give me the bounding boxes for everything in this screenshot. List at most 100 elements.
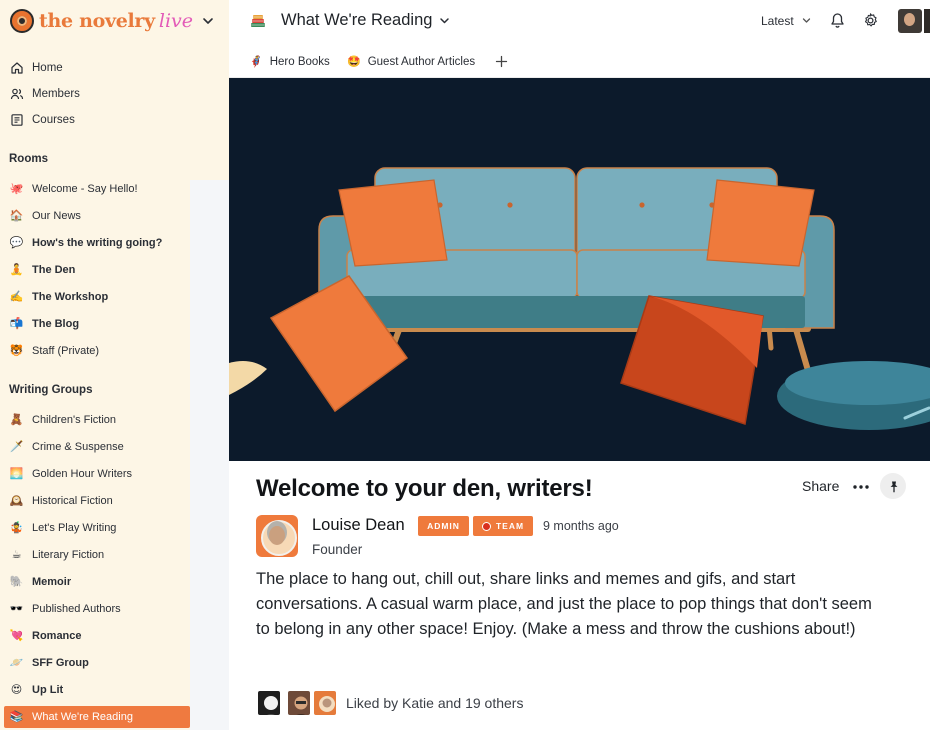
speech-bubble-icon: 💬 <box>9 236 24 249</box>
group-historical-fiction[interactable]: 🕰️ Historical Fiction <box>0 490 190 512</box>
post-cover-image <box>229 78 930 461</box>
house-icon: 🏠 <box>9 209 24 222</box>
room-label: Children's Fiction <box>32 414 117 426</box>
nav-item-courses[interactable]: Courses <box>0 107 229 133</box>
nav-item-members[interactable]: Members <box>0 81 229 107</box>
room-label: SFF Group <box>32 657 89 669</box>
tab-guest-author-articles[interactable]: 🤩 Guest Author Articles <box>347 55 476 69</box>
room-label: What We're Reading <box>32 711 133 723</box>
liker-avatar <box>286 689 312 717</box>
room-label: Memoir <box>32 576 72 588</box>
group-published-authors[interactable]: 🕶️ Published Authors <box>0 598 190 620</box>
room-label: The Den <box>32 264 76 276</box>
teddy-bear-icon: 🧸 <box>9 413 24 426</box>
main-nav: Home Members Courses <box>0 55 229 133</box>
chevron-down-icon[interactable] <box>200 13 216 29</box>
badge-label: ADMIN <box>427 521 460 531</box>
pin-icon <box>890 481 897 492</box>
space-tabs: 🦸 Hero Books 🤩 Guest Author Articles <box>229 44 930 78</box>
red-dot-icon <box>481 521 491 531</box>
room-label: Welcome - Say Hello! <box>32 183 138 195</box>
room-label: Published Authors <box>32 603 121 615</box>
clock-icon: 🕰️ <box>9 494 24 507</box>
user-avatar-secondary[interactable] <box>924 9 930 33</box>
team-badge: TEAM <box>473 516 533 536</box>
sidebar-gutter <box>190 180 229 730</box>
sunglasses-icon: 🕶️ <box>9 602 24 615</box>
liker-avatar <box>256 689 282 717</box>
room-label: Golden Hour Writers <box>32 468 133 480</box>
books-icon: 📚 <box>9 710 24 723</box>
room-label: Staff (Private) <box>32 345 100 357</box>
brand-name: the novelry <box>39 10 155 32</box>
room-label: Historical Fiction <box>32 495 113 507</box>
planet-icon: 🪐 <box>9 656 24 669</box>
likes-summary[interactable]: Liked by Katie and 19 others <box>346 695 523 711</box>
sort-dropdown[interactable]: Latest <box>761 14 794 28</box>
room-label: Our News <box>32 210 81 222</box>
group-up-lit[interactable]: 😍 Up Lit <box>0 679 190 701</box>
rooms-section-title: Rooms <box>9 153 48 165</box>
room-label: The Blog <box>32 318 80 330</box>
star-struck-icon: 🤩 <box>347 56 361 68</box>
room-the-workshop[interactable]: ✍️ The Workshop <box>0 286 190 308</box>
nav-item-label: Courses <box>32 114 75 126</box>
post-body: The place to hang out, chill out, share … <box>256 570 872 638</box>
tab-label: Hero Books <box>269 55 330 68</box>
plus-icon[interactable] <box>495 55 508 68</box>
pin-button[interactable] <box>880 473 906 499</box>
share-button[interactable]: Share <box>802 478 839 494</box>
more-options-icon[interactable] <box>852 484 870 490</box>
likers-avatars[interactable] <box>256 689 338 717</box>
mailbox-icon: 📬 <box>9 317 24 330</box>
author-avatar[interactable] <box>256 515 298 557</box>
group-childrens-fiction[interactable]: 🧸 Children's Fiction <box>0 409 190 431</box>
group-what-were-reading[interactable]: 📚 What We're Reading <box>4 706 190 728</box>
members-icon <box>10 88 24 100</box>
room-staff-private[interactable]: 🐯 Staff (Private) <box>0 340 190 362</box>
post-title: Welcome to your den, writers! <box>256 475 593 502</box>
dagger-icon: 🗡️ <box>9 440 24 453</box>
nav-item-label: Members <box>32 88 80 100</box>
space-title[interactable]: What We're Reading <box>281 11 432 30</box>
room-the-blog[interactable]: 📬 The Blog <box>0 313 190 335</box>
elephant-icon: 🐘 <box>9 575 24 588</box>
room-label: Crime & Suspense <box>32 441 124 453</box>
tab-label: Guest Author Articles <box>367 55 476 68</box>
room-label: The Workshop <box>32 291 109 303</box>
group-crime-suspense[interactable]: 🗡️ Crime & Suspense <box>0 436 190 458</box>
liker-avatar <box>312 689 338 717</box>
group-memoir[interactable]: 🐘 Memoir <box>0 571 190 593</box>
nav-item-home[interactable]: Home <box>0 55 229 81</box>
superhero-icon: 🦸 <box>249 56 263 68</box>
room-hows-the-writing-going[interactable]: 💬 How's the writing going? <box>0 232 190 254</box>
meditating-person-icon: 🧘 <box>9 263 24 276</box>
brand-logo <box>10 9 34 33</box>
space-header: What We're Reading Latest <box>229 0 930 44</box>
group-literary-fiction[interactable]: ☕ Literary Fiction <box>0 544 190 566</box>
room-our-news[interactable]: 🏠 Our News <box>0 205 190 227</box>
room-label: Let's Play Writing <box>32 522 117 534</box>
group-lets-play-writing[interactable]: 🤹 Let's Play Writing <box>0 517 190 539</box>
group-golden-hour-writers[interactable]: 🌅 Golden Hour Writers <box>0 463 190 485</box>
tab-hero-books[interactable]: 🦸 Hero Books <box>249 55 330 69</box>
room-label: Literary Fiction <box>32 549 105 561</box>
writing-groups-section-title: Writing Groups <box>9 384 93 396</box>
community-switcher[interactable]: the novelry live <box>10 8 222 34</box>
user-avatar[interactable] <box>898 9 922 33</box>
tiger-icon: 🐯 <box>9 344 24 357</box>
chevron-down-icon[interactable] <box>438 14 451 27</box>
author-name[interactable]: Louise Dean <box>312 516 405 535</box>
room-the-den[interactable]: 🧘 The Den <box>0 259 190 281</box>
author-role: Founder <box>312 542 363 557</box>
coffee-icon: ☕ <box>11 548 22 561</box>
post-timestamp[interactable]: 9 months ago <box>543 519 619 533</box>
chevron-down-icon[interactable] <box>801 15 812 26</box>
group-sff-group[interactable]: 🪐 SFF Group <box>0 652 190 674</box>
group-romance[interactable]: 💘 Romance <box>0 625 190 647</box>
bell-icon[interactable] <box>829 12 846 29</box>
home-icon <box>11 62 23 74</box>
room-label: How's the writing going? <box>32 237 163 249</box>
room-welcome-say-hello[interactable]: 🐙 Welcome - Say Hello! <box>0 178 190 200</box>
gear-icon[interactable] <box>862 12 879 29</box>
